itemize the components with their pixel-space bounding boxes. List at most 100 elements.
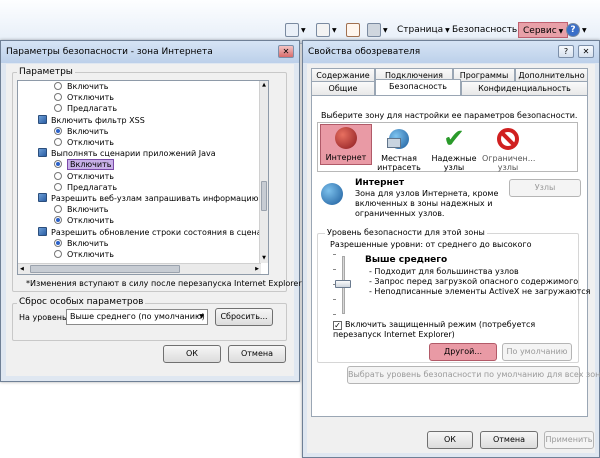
tree-node[interactable]: Выполнять сценарии приложений Java — [38, 148, 216, 159]
tab-privacy[interactable]: Конфиденциальность — [461, 81, 588, 95]
level-point: - Подходит для большинства узлов — [369, 267, 519, 276]
zone-trusted[interactable]: ✔ Надежные узлы — [428, 126, 480, 172]
tree-option[interactable]: Включить — [54, 204, 108, 215]
chevron-down-icon: ▼ — [199, 313, 204, 320]
params-label: Параметры — [17, 67, 75, 77]
page-menu[interactable]: Страница ▼ — [397, 22, 450, 38]
tree-label: Отключить — [67, 138, 114, 147]
tree-hscroll[interactable]: ◀ ▶ — [18, 263, 261, 274]
tab-content[interactable]: Содержание — [311, 68, 375, 82]
options-ok-button[interactable]: ОК — [427, 431, 473, 449]
reset-button[interactable]: Сбросить... — [215, 308, 273, 326]
tree-option[interactable]: Предлагать — [54, 103, 117, 114]
radio-icon[interactable] — [54, 93, 62, 102]
reset-level-select[interactable]: Выше среднего (по умолчанию) ▼ — [66, 309, 208, 325]
tree-option[interactable]: Отключить — [54, 171, 114, 182]
sites-button[interactable]: Узлы — [509, 179, 581, 197]
zone-intranet[interactable]: Местная интрасеть — [373, 126, 425, 172]
tree-label: Выполнять сценарии приложений Java — [51, 149, 216, 159]
protected-mode-checkbox[interactable]: ✓ Включить защищенный режим (потребуется … — [333, 320, 573, 340]
options-title: Свойства обозревателя — [303, 41, 599, 63]
tree-option[interactable]: Отключить — [54, 137, 114, 148]
default-level-button[interactable]: По умолчанию — [502, 343, 572, 361]
radio-icon[interactable] — [54, 104, 62, 113]
close-button[interactable]: ✕ — [278, 45, 294, 58]
level-group-label: Уровень безопасности для этой зоны — [325, 228, 487, 237]
slider-thumb[interactable] — [335, 280, 351, 288]
dialog-title: Параметры безопасности - зона Интернета — [1, 41, 299, 63]
security-menu-label: Безопасность — [452, 25, 518, 35]
tree-option[interactable]: Включить — [54, 81, 108, 92]
tools-menu[interactable]: Сервис ▼ — [518, 22, 569, 38]
allowed-levels: Разрешенные уровни: от среднего до высок… — [330, 240, 532, 249]
tree-label: Включить — [67, 159, 115, 171]
tree-label: Включить — [67, 82, 109, 91]
security-ok-button[interactable]: ОК — [163, 345, 221, 363]
apply-button[interactable]: Применить — [544, 431, 594, 449]
setting-icon — [38, 148, 47, 158]
radio-icon[interactable] — [54, 138, 62, 146]
help-icon[interactable]: ? ▼ — [566, 22, 587, 38]
tab-programs[interactable]: Программы — [453, 68, 515, 82]
tree-option[interactable]: Включить — [54, 238, 108, 249]
zone-internet[interactable]: Интернет — [320, 124, 372, 165]
mail-icon[interactable] — [346, 22, 360, 38]
security-menu[interactable]: Безопасность▼ — [452, 22, 524, 38]
radio-icon[interactable] — [54, 182, 62, 191]
restricted-icon — [495, 126, 521, 152]
reset-group-label: Сброс особых параметров — [17, 297, 146, 307]
custom-level-button[interactable]: Другой... — [429, 343, 497, 361]
radio-icon[interactable] — [54, 205, 62, 214]
zone-intranet-label: Местная интрасеть — [377, 154, 421, 172]
options-cancel-button[interactable]: Отмена — [480, 431, 538, 449]
tree-label: Включить — [67, 238, 109, 248]
zone-restricted[interactable]: Ограничен... узлы — [482, 126, 535, 172]
tree-option[interactable]: Отключить — [54, 215, 114, 226]
radio-icon[interactable] — [54, 250, 62, 258]
level-description: - Подходит для большинства узлов - Запро… — [369, 267, 590, 297]
help-button[interactable]: ? — [558, 45, 574, 58]
tree-option[interactable]: Отключить — [54, 92, 114, 103]
radio-icon[interactable] — [54, 216, 62, 225]
tree-vscroll[interactable]: ▲ ▼ — [259, 81, 268, 263]
tree-node[interactable]: Разрешить веб-узлам запрашивать информац… — [38, 193, 268, 204]
level-point: - Запрос перед загрузкой опасного содерж… — [369, 277, 579, 286]
print-icon[interactable]: ▼ — [367, 22, 388, 38]
home-icon[interactable]: ▼ — [285, 22, 306, 38]
tree-label: Отключить — [67, 93, 114, 103]
setting-icon — [38, 226, 47, 236]
tree-node[interactable]: Включить фильтр XSS — [38, 114, 145, 126]
globe-icon — [321, 183, 343, 205]
radio-icon[interactable] — [54, 160, 62, 169]
security-level-slider[interactable] — [333, 254, 353, 316]
tab-advanced[interactable]: Дополнительно — [515, 68, 588, 82]
tree-option[interactable]: Отключить — [54, 249, 114, 260]
intranet-icon — [386, 126, 412, 152]
tree-label: Предлагать — [67, 182, 118, 192]
radio-icon[interactable] — [54, 126, 62, 135]
tab-security[interactable]: Безопасность — [375, 79, 461, 95]
settings-tree[interactable]: Включить Отключить Предлагать Включить филь… — [17, 80, 269, 275]
protected-mode-label: Включить защищенный режим (потребуется п… — [333, 320, 536, 339]
radio-icon[interactable] — [54, 171, 62, 180]
tree-option[interactable]: Включить — [54, 159, 115, 171]
tree-option[interactable]: Предлагать — [54, 182, 117, 193]
restart-note: *Изменения вступают в силу после перезап… — [26, 279, 302, 288]
tree-label: Отключить — [67, 216, 114, 226]
feeds-icon[interactable]: ▼ — [316, 22, 337, 38]
security-cancel-button[interactable]: Отмена — [228, 345, 286, 363]
radio-icon[interactable] — [54, 82, 62, 90]
reset-all-zones-button[interactable]: Выбрать уровень безопасности по умолчани… — [347, 366, 600, 384]
options-close-button[interactable]: ✕ — [578, 45, 594, 58]
tree-label: Включить фильтр XSS — [51, 115, 145, 125]
reset-level-value: Выше среднего (по умолчанию) — [70, 312, 205, 321]
tree-option[interactable]: Включить — [54, 126, 108, 137]
radio-icon[interactable] — [54, 238, 62, 247]
setting-icon — [38, 193, 47, 202]
ie-command-bar: ▼ ▼ ▼ Страница▼ Безопасность▼ Сервис▼ ?▼ — [0, 0, 600, 44]
tools-menu-label: Сервис — [523, 26, 557, 36]
tab-general[interactable]: Общие — [311, 81, 375, 95]
tree-label: Отключить — [67, 171, 114, 181]
tree-node[interactable]: Разрешить обновление строки состояния в … — [38, 226, 268, 238]
zone-trusted-label: Надежные узлы — [431, 154, 477, 172]
